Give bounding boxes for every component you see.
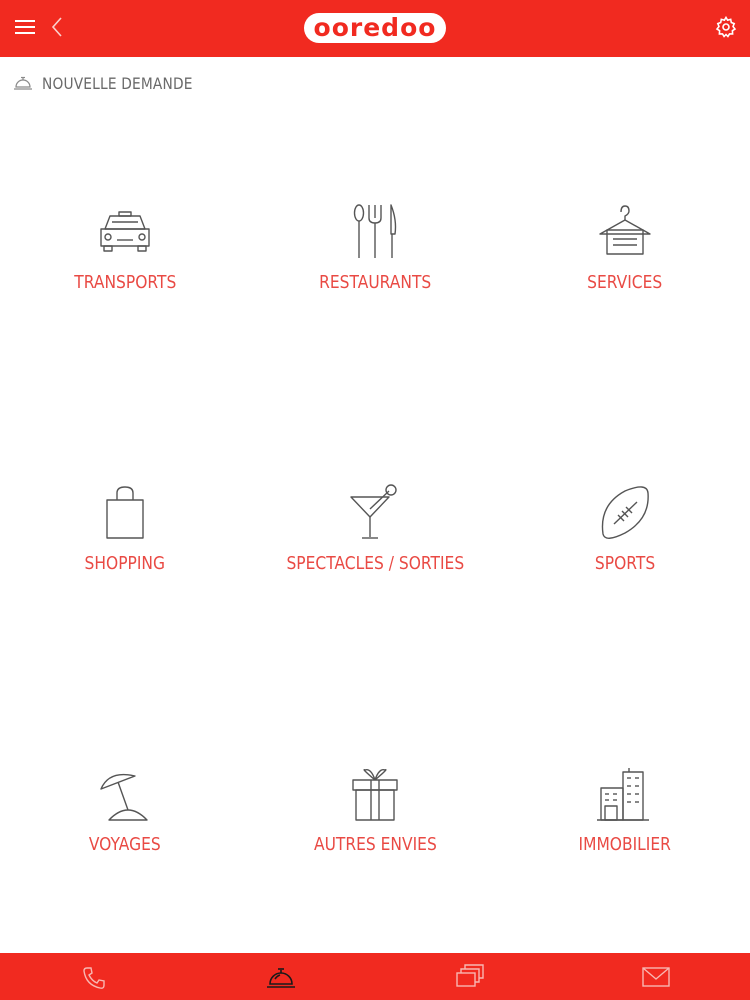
category-label: SHOPPING: [84, 553, 166, 574]
category-sports[interactable]: SPORTS: [500, 481, 750, 621]
tab-requests[interactable]: [188, 953, 376, 1000]
category-services[interactable]: SERVICES: [500, 200, 750, 340]
cards-stack-icon: [456, 963, 484, 987]
cutlery-icon: [353, 204, 397, 258]
hamburger-menu-icon[interactable]: [14, 16, 36, 38]
hanger-icon: [599, 205, 651, 255]
bottom-nav: [0, 953, 750, 1000]
category-label: SERVICES: [587, 272, 663, 293]
top-bar: ooredoo: [0, 0, 750, 57]
category-label: IMMOBILIER: [578, 834, 672, 855]
concierge-bell-icon: [14, 76, 32, 90]
tab-messages[interactable]: [563, 953, 750, 1000]
tab-phone[interactable]: [0, 953, 188, 1000]
gear-icon[interactable]: [714, 15, 738, 39]
category-label: SPORTS: [594, 553, 656, 574]
category-label: VOYAGES: [89, 834, 161, 855]
concierge-bell-icon: [267, 967, 296, 988]
shopping-bag-icon: [106, 486, 144, 539]
ooredoo-logo: ooredoo: [304, 13, 446, 43]
category-label: TRANSPORTS: [73, 272, 177, 293]
page-header: NOUVELLE DEMANDE: [0, 57, 750, 109]
page-title: NOUVELLE DEMANDE: [42, 73, 193, 93]
phone-icon: [83, 966, 105, 989]
category-autres-envies[interactable]: AUTRES ENVIES: [250, 762, 500, 902]
category-label: RESTAURANTS: [318, 272, 432, 293]
tab-history[interactable]: [375, 953, 563, 1000]
envelope-icon: [642, 966, 670, 987]
category-shopping[interactable]: SHOPPING: [0, 481, 250, 621]
chevron-left-icon[interactable]: [48, 14, 66, 40]
category-voyages[interactable]: VOYAGES: [0, 762, 250, 902]
beach-umbrella-icon: [100, 773, 148, 821]
category-label: SPECTACLES / SORTIES: [286, 553, 464, 574]
taxi-icon: [100, 211, 150, 252]
category-restaurants[interactable]: RESTAURANTS: [250, 200, 500, 340]
category-grid: TRANSPORTS RESTAURANTS SERVICES SHOPPING…: [0, 150, 750, 930]
cocktail-icon: [350, 484, 397, 539]
football-icon: [601, 486, 649, 539]
category-spectacles-sorties[interactable]: SPECTACLES / SORTIES: [250, 481, 500, 621]
category-immobilier[interactable]: IMMOBILIER: [500, 762, 750, 902]
category-label: AUTRES ENVIES: [313, 834, 437, 855]
category-transports[interactable]: TRANSPORTS: [0, 200, 250, 340]
gift-icon: [352, 769, 398, 821]
buildings-icon: [597, 768, 649, 821]
